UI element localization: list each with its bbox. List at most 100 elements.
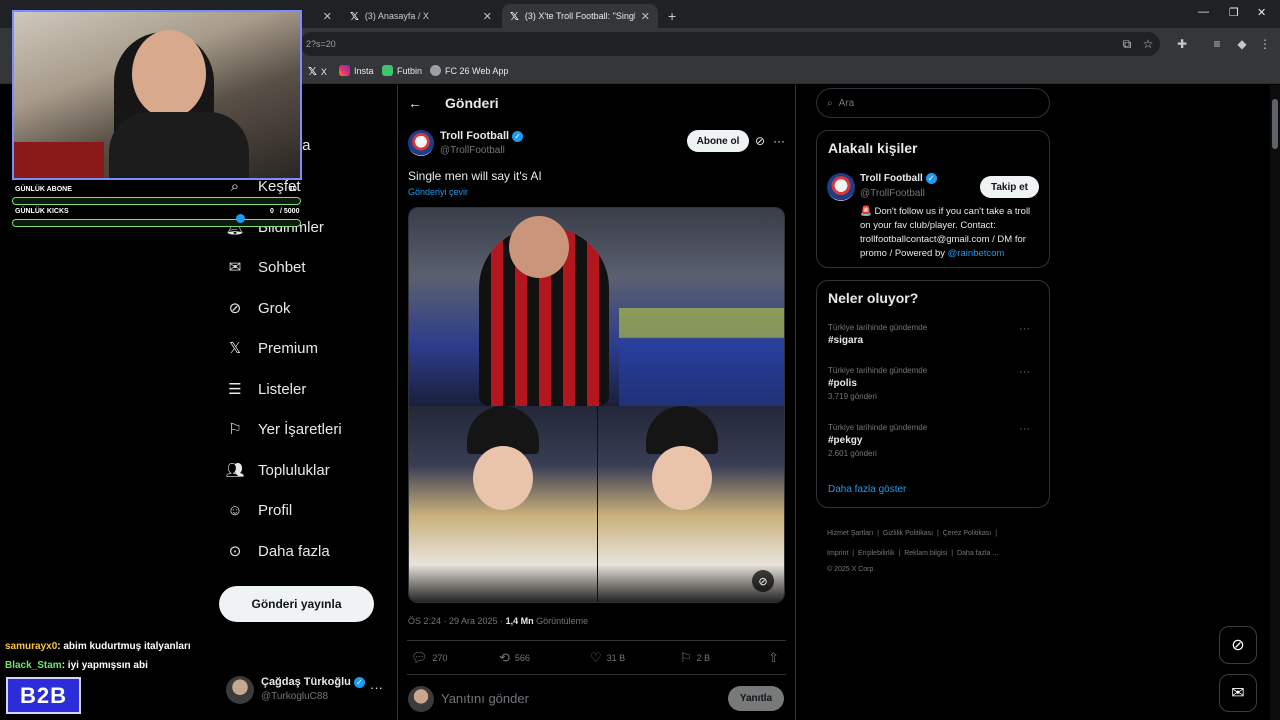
grok-icon[interactable]: ⊘ [755, 134, 765, 148]
reply-submit-button[interactable]: Yanıtla [728, 686, 784, 711]
footer-accessibility[interactable]: Erişilebilirlik [858, 550, 895, 557]
show-more-link[interactable]: Daha fazla göster [828, 484, 906, 495]
globe-icon [430, 65, 441, 76]
subscribe-button[interactable]: Abone ol [687, 130, 749, 152]
bookmark-insta[interactable]: Insta [339, 65, 374, 76]
nav-premium[interactable]: 𝕏 Premium [226, 335, 318, 361]
footer-ads[interactable]: Reklam bilgisi [904, 550, 947, 557]
address-bar[interactable]: 2?s=20 [300, 32, 1160, 56]
footer-imprint[interactable]: Imprint [827, 550, 848, 557]
back-arrow-icon[interactable]: ← [408, 95, 422, 111]
post-timestamp: ÖS 2:24 · 29 Ara 2025 · 1,4 Mn Görüntüle… [408, 616, 588, 626]
related-name-row[interactable]: Troll Football ✓ [860, 173, 937, 184]
reply-button[interactable]: 💬︎ 270 [411, 650, 448, 666]
trend-item[interactable]: Türkiye tarihinde gündemde #polis 3.719 … [828, 366, 1040, 416]
restore-icon[interactable]: ❐ [1229, 6, 1239, 19]
scrollbar-thumb[interactable] [1272, 99, 1278, 149]
more-icon[interactable]: ··· [370, 680, 383, 695]
share-icon: ⇧ [768, 650, 779, 665]
verified-icon: ✓ [925, 173, 937, 184]
person-icon: ☺ [227, 501, 243, 519]
bookmark-x[interactable]: 𝕏 X [308, 65, 327, 78]
menu-icon[interactable]: ⋮ [1258, 37, 1272, 51]
nav-communities[interactable]: 👥︎ Topluluklar [225, 457, 329, 483]
footer-terms[interactable]: Hizmet Şartları [827, 530, 873, 537]
install-app-icon[interactable]: ⧉ [1120, 37, 1134, 51]
like-button[interactable]: ♡ 31 B [590, 650, 625, 666]
search-input[interactable]: ⌕ Ara [816, 88, 1050, 118]
trend-meta: Türkiye tarihinde gündemde [828, 366, 928, 375]
x-logo-icon: 𝕏 [308, 66, 317, 78]
author-name-row[interactable]: Troll Football ✓ [440, 130, 524, 142]
tab-label: (3) Anasayfa / X [364, 11, 429, 21]
follow-button[interactable]: Takip et [980, 176, 1039, 198]
footer-more[interactable]: Daha fazla ... [957, 550, 998, 557]
window-close-icon[interactable]: ✕ [1257, 6, 1266, 19]
account-switcher[interactable]: Çağdaş Türkoğlu ✓ @TurkogluC88 ··· [226, 674, 386, 706]
nav-label: Daha fazla [258, 542, 330, 560]
extensions-icon[interactable]: ✚ [1175, 37, 1189, 51]
new-tab-button[interactable]: + [660, 4, 680, 28]
grok-float-icon[interactable]: ⊘ [1219, 626, 1257, 664]
tab-home[interactable]: 𝕏 (3) Anasayfa / X ✕ [342, 4, 500, 28]
bookmark-button[interactable]: ⚐ 2 B [680, 650, 710, 666]
more-icon[interactable]: ··· [1019, 323, 1030, 335]
footer-cookies[interactable]: Çerez Politikası [943, 530, 992, 537]
repost-button[interactable]: ⟲ 566 [499, 650, 530, 666]
face [473, 446, 533, 510]
media-icon[interactable]: ≡ [1210, 37, 1224, 51]
more-icon[interactable]: ··· [1019, 366, 1030, 378]
bookmark-fc26[interactable]: FC 26 Web App [430, 65, 508, 76]
nav-bookmarks[interactable]: ⚐ Yer İşaretleri [226, 416, 341, 442]
related-avatar[interactable] [827, 173, 855, 201]
reply-icon: 💬︎ [411, 650, 428, 665]
bookmark-icon: ⚐ [680, 650, 692, 665]
tab-hidden[interactable]: ✕ [300, 4, 340, 28]
scrollbar[interactable] [1270, 85, 1280, 720]
author-handle[interactable]: @TrollFootball [440, 145, 505, 156]
tab-post[interactable]: 𝕏 (3) X'te Troll Football: "Single m ✕ [502, 4, 658, 28]
footer-privacy[interactable]: Gizlilik Politikası [883, 530, 933, 537]
post-media[interactable]: ⊘ [408, 207, 785, 603]
kicks-value: 0 [270, 208, 274, 215]
card-title: Neler oluyor? [828, 290, 919, 306]
trend-meta: Türkiye tarihinde gündemde [828, 323, 928, 332]
close-icon[interactable]: ✕ [641, 10, 650, 23]
related-people-card: Alakalı kişiler Troll Football ✓ @TrollF… [816, 130, 1050, 268]
star-icon[interactable]: ☆ [1141, 37, 1155, 51]
minimize-icon[interactable]: — [1198, 6, 1209, 18]
nav-label: Sohbet [258, 258, 306, 276]
bio-link[interactable]: @rainbetcom [948, 248, 1005, 259]
nav-more[interactable]: ⊙ Daha fazla [226, 538, 330, 564]
nav-lists[interactable]: ☰ Listeler [226, 376, 306, 402]
reply-input[interactable]: Yanıtını gönder [441, 691, 529, 706]
nav-grok[interactable]: ⊘ Grok [226, 295, 291, 321]
trend-tag: #polis [828, 378, 857, 389]
trend-item[interactable]: Türkiye tarihinde gündemde #pekgy 2.601 … [828, 423, 1040, 473]
heart-icon: ♡ [590, 650, 602, 665]
grok-image-icon[interactable]: ⊘ [752, 570, 774, 592]
desk-item [14, 142, 104, 178]
futbin-icon [382, 65, 393, 76]
profile-icon[interactable]: ◆ [1235, 37, 1249, 51]
nav-messages[interactable]: ✉ Sohbet [226, 254, 306, 280]
chat-username: samurayx0 [5, 641, 58, 652]
author-avatar[interactable] [408, 130, 434, 156]
divider [407, 640, 786, 641]
trend-count: 2.601 gönderi [828, 449, 877, 458]
nav-profile[interactable]: ☺ Profil [226, 497, 292, 523]
views-label: Görüntüleme [533, 616, 589, 626]
related-handle[interactable]: @TrollFootball [860, 188, 925, 199]
post-button[interactable]: Gönderi yayınla [219, 586, 374, 622]
bookmark-futbin[interactable]: Futbin [382, 65, 422, 76]
nav-label: Grok [258, 299, 291, 317]
trend-item[interactable]: Türkiye tarihinde gündemde #sigara ··· [828, 323, 1040, 363]
close-icon[interactable]: ✕ [483, 10, 492, 23]
messages-float-icon[interactable]: ✉ [1219, 674, 1257, 712]
translate-link[interactable]: Gönderiyi çevir [408, 187, 468, 197]
more-icon[interactable]: ··· [1019, 423, 1030, 435]
close-icon[interactable]: ✕ [323, 10, 332, 23]
more-icon[interactable]: ··· [773, 134, 785, 148]
share-button[interactable]: ⇧ [768, 650, 779, 666]
url-text: 2?s=20 [306, 39, 336, 49]
